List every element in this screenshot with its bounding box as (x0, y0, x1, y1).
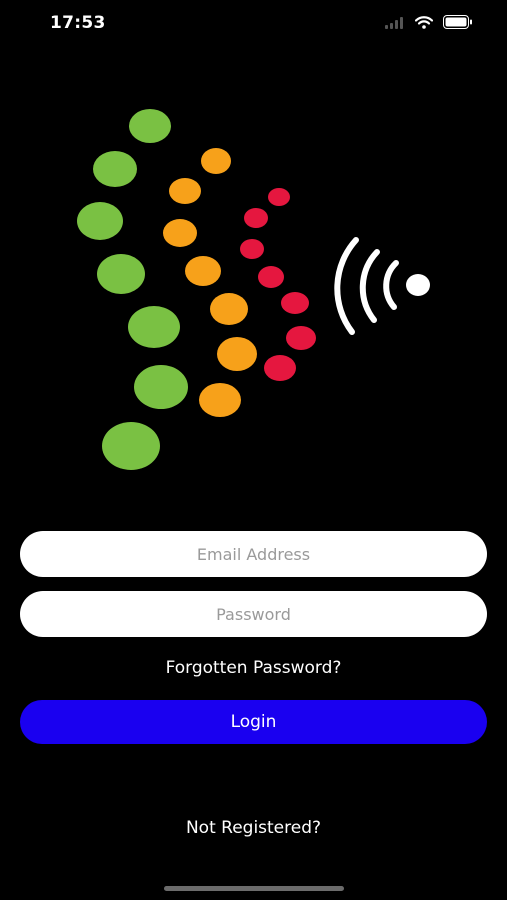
home-indicator[interactable] (164, 886, 344, 891)
battery-icon (443, 14, 473, 33)
logo-signal-dot (406, 274, 430, 296)
not-registered-link[interactable]: Not Registered? (0, 818, 507, 838)
status-bar: 17:53 (0, 0, 507, 48)
password-field[interactable] (20, 591, 487, 637)
login-button[interactable]: Login (20, 700, 487, 744)
contactless-dots-logo-icon (70, 100, 450, 480)
wifi-icon (414, 14, 434, 33)
cellular-signal-icon (385, 14, 405, 33)
logo-green-dots (77, 109, 188, 470)
forgotten-password-link[interactable]: Forgotten Password? (0, 658, 507, 678)
status-icons (385, 14, 473, 33)
email-field[interactable] (20, 531, 487, 577)
logo-wave-icon (334, 237, 399, 335)
status-time: 17:53 (50, 13, 106, 33)
